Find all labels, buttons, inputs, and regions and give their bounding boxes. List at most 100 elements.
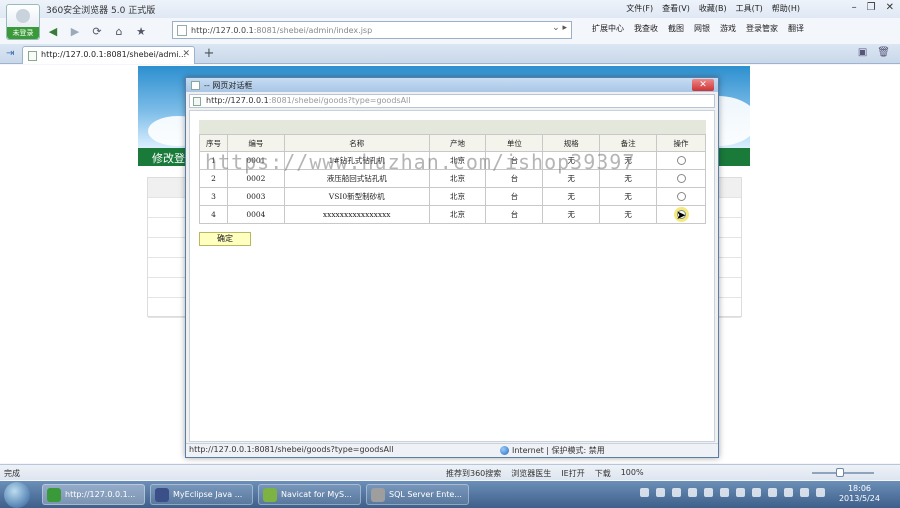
table-header-row: 序号 编号 名称 产地 单位 规格 备注 操作	[199, 134, 706, 152]
cell-action	[656, 169, 706, 188]
table-row[interactable]: 3 0003 VSI0新型制砂机 北京 台 无 无	[199, 187, 706, 206]
address-bar[interactable]: http://127.0.0.1:8081/shebei/admin/index…	[172, 21, 572, 39]
col-unit: 单位	[485, 134, 544, 152]
dialog-close-icon[interactable]: ✕	[692, 79, 714, 91]
address-go-icon[interactable]: ⌄ ▸	[552, 23, 567, 33]
taskbar-item-label: Navicat for MyS...	[281, 490, 352, 499]
tray-icon[interactable]	[640, 488, 649, 497]
col-remark: 备注	[599, 134, 658, 152]
browser-titlebar: 360安全浏览器 5.0 正式版 文件(F) 查看(V) 收藏(B) 工具(T)…	[0, 0, 900, 18]
cell-code: 0004	[226, 205, 285, 224]
back-icon[interactable]: ◀	[44, 22, 62, 40]
taskbar-navicat[interactable]: Navicat for MyS...	[258, 484, 361, 505]
new-tab-icon[interactable]: +	[201, 47, 217, 62]
dialog-address: http://127.0.0.1:8081/shebei/goods?type=…	[189, 94, 715, 108]
tray-icon[interactable]	[752, 488, 761, 497]
tool-games[interactable]: 游戏	[720, 23, 736, 34]
tray-icon[interactable]	[800, 488, 809, 497]
taskbar-clock[interactable]: 18:06 2013/5/24	[839, 484, 880, 504]
cell-origin: 北京	[428, 187, 487, 206]
trash-icon[interactable]: 🗑	[877, 47, 890, 58]
security-zone: Internet | 保护模式: 禁用	[500, 445, 605, 456]
status-browser-doctor[interactable]: 浏览器医生	[511, 468, 551, 479]
dialog-url-host: http://127.0.0.1	[206, 96, 269, 105]
tray-icon[interactable]	[816, 488, 825, 497]
user-avatar[interactable]: 未登录	[6, 4, 40, 40]
taskbar-item-label: http://127.0.0.1...	[65, 490, 136, 499]
goods-dialog: -- 网页对话框 ✕ http://127.0.0.1:8081/shebei/…	[185, 77, 719, 458]
tray-icon[interactable]	[656, 488, 665, 497]
tray-icon[interactable]	[784, 488, 793, 497]
taskbar-item-label: SQL Server Ente...	[389, 490, 462, 499]
col-spec: 规格	[542, 134, 601, 152]
select-radio[interactable]	[676, 174, 686, 184]
tray-icon[interactable]	[768, 488, 777, 497]
tool-mail[interactable]: 我查收	[634, 23, 658, 34]
menu-view[interactable]: 查看(V)	[662, 3, 690, 14]
forward-icon[interactable]: ▶	[66, 22, 84, 40]
system-tray	[640, 488, 825, 497]
tab-list-icon[interactable]: ▣	[858, 47, 867, 58]
taskbar-browser[interactable]: http://127.0.0.1...	[42, 484, 145, 505]
login-caption: 未登录	[7, 27, 39, 39]
confirm-button[interactable]: 确定	[199, 232, 251, 246]
tool-translate[interactable]: 翻译	[788, 23, 804, 34]
browser-menu-bar: 文件(F) 查看(V) 收藏(B) 工具(T) 帮助(H)	[626, 3, 800, 14]
taskbar-myeclipse[interactable]: MyEclipse Java ...	[150, 484, 253, 505]
dialog-page-icon	[191, 81, 200, 90]
dialog-url-path: :8081/shebei/goods?type=goodsAll	[268, 96, 411, 105]
status-search-recommend[interactable]: 推荐到360搜索	[446, 468, 501, 479]
dialog-title: -- 网页对话框	[204, 81, 253, 90]
tool-extensions[interactable]: 扩展中心	[592, 23, 624, 34]
start-button[interactable]	[4, 482, 30, 508]
avatar-head-icon	[16, 9, 30, 23]
cell-code: 0003	[226, 187, 285, 206]
sidebar-toggle-icon[interactable]: ⇥	[6, 48, 14, 59]
tab-admin[interactable]: http://127.0.0.1:8081/shebei/admi... ✕	[22, 46, 195, 64]
cell-name: xxxxxxxxxxxxxxxx	[283, 205, 430, 224]
tool-banking[interactable]: 网银	[694, 23, 710, 34]
menu-tools[interactable]: 工具(T)	[736, 3, 763, 14]
select-radio[interactable]	[676, 192, 686, 202]
window-controls: – ❐ ✕	[852, 2, 894, 13]
browser-app-title: 360安全浏览器 5.0 正式版	[46, 6, 156, 16]
tray-icon[interactable]	[688, 488, 697, 497]
dialog-statusbar: http://127.0.0.1:8081/shebei/goods?type=…	[186, 443, 718, 457]
menu-help[interactable]: 帮助(H)	[772, 3, 800, 14]
status-open-ie[interactable]: IE打开	[561, 468, 584, 479]
navicat-icon	[263, 488, 277, 502]
close-icon[interactable]: ✕	[886, 2, 894, 13]
cell-action	[656, 187, 706, 206]
tab-close-icon[interactable]: ✕	[182, 49, 190, 59]
tray-icon[interactable]	[736, 488, 745, 497]
minimize-icon[interactable]: –	[852, 2, 857, 13]
sqlserver-icon	[371, 488, 385, 502]
security-zone-text: Internet | 保护模式: 禁用	[512, 446, 605, 455]
menu-file[interactable]: 文件(F)	[626, 3, 653, 14]
tool-screenshot[interactable]: 截图	[668, 23, 684, 34]
dialog-status-url: http://127.0.0.1:8081/shebei/goods?type=…	[189, 445, 394, 454]
tray-icon[interactable]	[672, 488, 681, 497]
refresh-icon[interactable]: ⟳	[88, 22, 106, 40]
address-path: :8081/shebei/admin/index.jsp	[253, 25, 373, 35]
col-name: 名称	[283, 134, 430, 152]
table-row[interactable]: 4 0004 xxxxxxxxxxxxxxxx 北京 台 无 无	[199, 205, 706, 224]
statusbar-tools: 推荐到360搜索 浏览器医生 IE打开 下载 100%	[446, 468, 644, 479]
status-download[interactable]: 下载	[595, 468, 611, 479]
tool-login-manager[interactable]: 登录管家	[746, 23, 778, 34]
zoom-slider-thumb[interactable]	[836, 468, 844, 477]
menu-favorites[interactable]: 收藏(B)	[699, 3, 727, 14]
clock-date: 2013/5/24	[838, 494, 880, 503]
cell-index: 4	[199, 205, 228, 224]
select-radio[interactable]	[676, 156, 686, 166]
restore-icon[interactable]: ❐	[867, 2, 876, 13]
myeclipse-icon	[155, 488, 169, 502]
tray-icon[interactable]	[704, 488, 713, 497]
tray-icon[interactable]	[720, 488, 729, 497]
home-icon[interactable]: ⌂	[110, 22, 128, 40]
tab-page-icon	[28, 51, 37, 61]
taskbar-sqlserver[interactable]: SQL Server Ente...	[366, 484, 469, 505]
goods-table: 序号 编号 名称 产地 单位 规格 备注 操作 1 0001 1#钻孔式钻孔机 …	[199, 134, 706, 224]
favorite-star-icon[interactable]: ★	[132, 22, 150, 40]
status-zoom[interactable]: 100%	[621, 468, 644, 479]
